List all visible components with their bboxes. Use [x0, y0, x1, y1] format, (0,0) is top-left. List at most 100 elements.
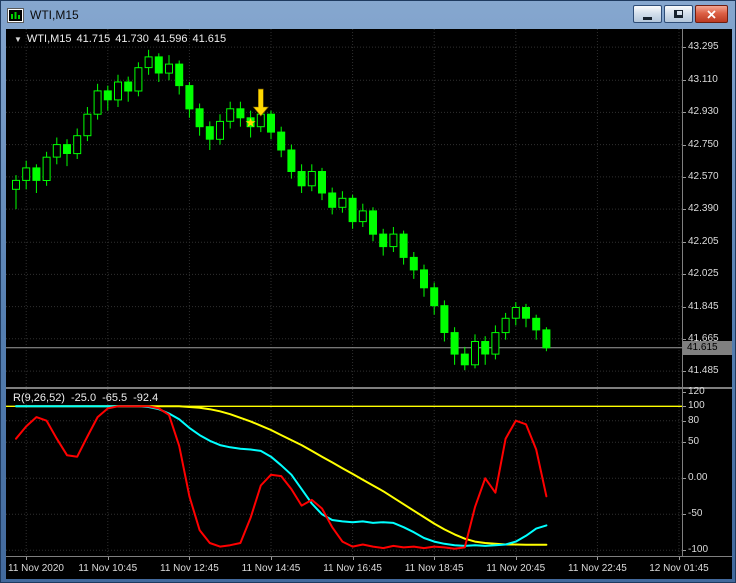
candle [277, 131, 286, 151]
window-titlebar[interactable]: WTI,M15 [1, 1, 735, 29]
candle [83, 113, 92, 137]
current-price-badge: 41.615 [683, 340, 732, 355]
indicator-axis-label: 80 [688, 414, 700, 426]
chart-window-icon [7, 7, 24, 23]
candle [63, 144, 71, 154]
price-axis-label: 42.930 [688, 106, 719, 118]
axis-tick [683, 80, 686, 82]
indicator-value-3: -92.4 [133, 392, 159, 404]
candle [165, 63, 173, 74]
candle [216, 120, 224, 140]
axis-tick [683, 47, 686, 49]
price-axis-label: 41.845 [688, 300, 719, 312]
axis-tick [683, 442, 686, 444]
price-axis-label: 43.110 [688, 74, 718, 86]
time-axis-tick [189, 557, 191, 560]
candle [369, 210, 377, 235]
ohlc-high: 41.730 [115, 33, 149, 45]
candle [399, 233, 408, 258]
time-axis-tick [107, 557, 109, 560]
axis-tick [683, 209, 686, 211]
candle [389, 233, 398, 248]
axis-tick [683, 176, 686, 178]
indicator-value-1: -25.0 [70, 392, 97, 404]
time-axis-label: 11 Nov 10:45 [78, 563, 138, 574]
indicator-value-2: -65.5 [102, 392, 128, 404]
candle [358, 210, 367, 223]
candle [22, 167, 31, 181]
candle [52, 144, 61, 158]
time-axis-label: 11 Nov 16:45 [323, 563, 382, 574]
candle [185, 85, 194, 110]
candle [471, 341, 479, 366]
axis-tick [683, 144, 686, 146]
price-axis-label: 41.485 [688, 365, 719, 377]
candle [144, 56, 153, 69]
axis-tick [683, 420, 686, 422]
candle [73, 135, 82, 155]
axis-tick [683, 306, 686, 308]
time-axis-label: 11 Nov 22:45 [568, 563, 627, 574]
indicator-line-R9 [15, 405, 548, 550]
indicator-name: R(9,26,52) [13, 392, 65, 404]
candle [338, 197, 347, 208]
indicator-axis-label: -50 [688, 508, 703, 520]
indicator-panel[interactable] [6, 389, 682, 556]
time-axis-label: 11 Nov 14:45 [241, 563, 301, 574]
indicator-axis-label: 50 [688, 436, 700, 448]
minimize-button[interactable] [633, 5, 662, 23]
restore-button[interactable] [664, 5, 693, 23]
main-gridlines [6, 29, 682, 387]
indicator-axis-label: 100 [688, 400, 705, 412]
axis-tick [683, 242, 686, 244]
time-axis-label: 12 Nov 01:45 [649, 563, 709, 574]
price-chart[interactable]: ★ [6, 29, 682, 387]
ohlc-open: 41.715 [76, 33, 111, 45]
price-axis-label: 42.390 [688, 203, 719, 215]
price-axis-label: 42.025 [688, 268, 719, 280]
time-axis[interactable]: 11 Nov 2020 11 Nov 10:45 11 Nov 12:45 11 No… [6, 556, 732, 579]
chart-symbol: WTI,M15 [26, 33, 72, 45]
candle [103, 90, 112, 101]
candle [318, 171, 326, 194]
candle [460, 353, 469, 366]
candle [226, 108, 235, 122]
candle [511, 307, 520, 319]
price-axis[interactable]: 43.295 43.110 42.930 42.750 42.570 42.390 42.2… [682, 29, 732, 556]
candle [287, 149, 296, 172]
axis-tick [683, 478, 686, 480]
axis-tick [683, 338, 686, 340]
ohlc-low: 41.596 [153, 33, 188, 45]
axis-tick [683, 371, 686, 373]
chart-area: ▼ WTI,M15 41.715 41.730 41.596 41.615 ★ … [6, 29, 732, 579]
candle [440, 305, 449, 334]
window-title: WTI,M15 [30, 8, 79, 22]
candle [154, 56, 163, 74]
chart-ohlc-header: ▼ WTI,M15 41.715 41.730 41.596 41.615 [14, 33, 226, 45]
axis-tick [683, 406, 686, 408]
price-axis-label: 43.295 [688, 41, 719, 53]
candle [501, 317, 510, 334]
indicator-header: R(9,26,52) -25.0 -65.5 -92.4 [13, 392, 158, 404]
axis-tick [683, 391, 686, 393]
indicator-axis-label: 120 [688, 385, 705, 397]
time-axis-tick [515, 557, 517, 560]
indicator-axis-label: 0.00 [688, 472, 708, 484]
candle [542, 329, 551, 349]
time-axis-tick [679, 557, 680, 560]
candle [297, 171, 306, 187]
close-button[interactable] [695, 5, 728, 23]
indicator-axis-label: -100 [688, 544, 709, 556]
time-axis-label: 11 Nov 18:45 [404, 563, 464, 574]
candle [42, 156, 51, 181]
triangle-down-icon: ▼ [14, 34, 22, 44]
candle [409, 256, 418, 271]
candle [236, 108, 245, 119]
axis-tick [683, 112, 686, 114]
minimize-icon [643, 16, 652, 20]
time-axis-tick [352, 557, 354, 560]
window-controls [633, 5, 728, 23]
candle [379, 233, 388, 248]
candle [195, 108, 204, 128]
time-axis-tick [271, 557, 272, 560]
